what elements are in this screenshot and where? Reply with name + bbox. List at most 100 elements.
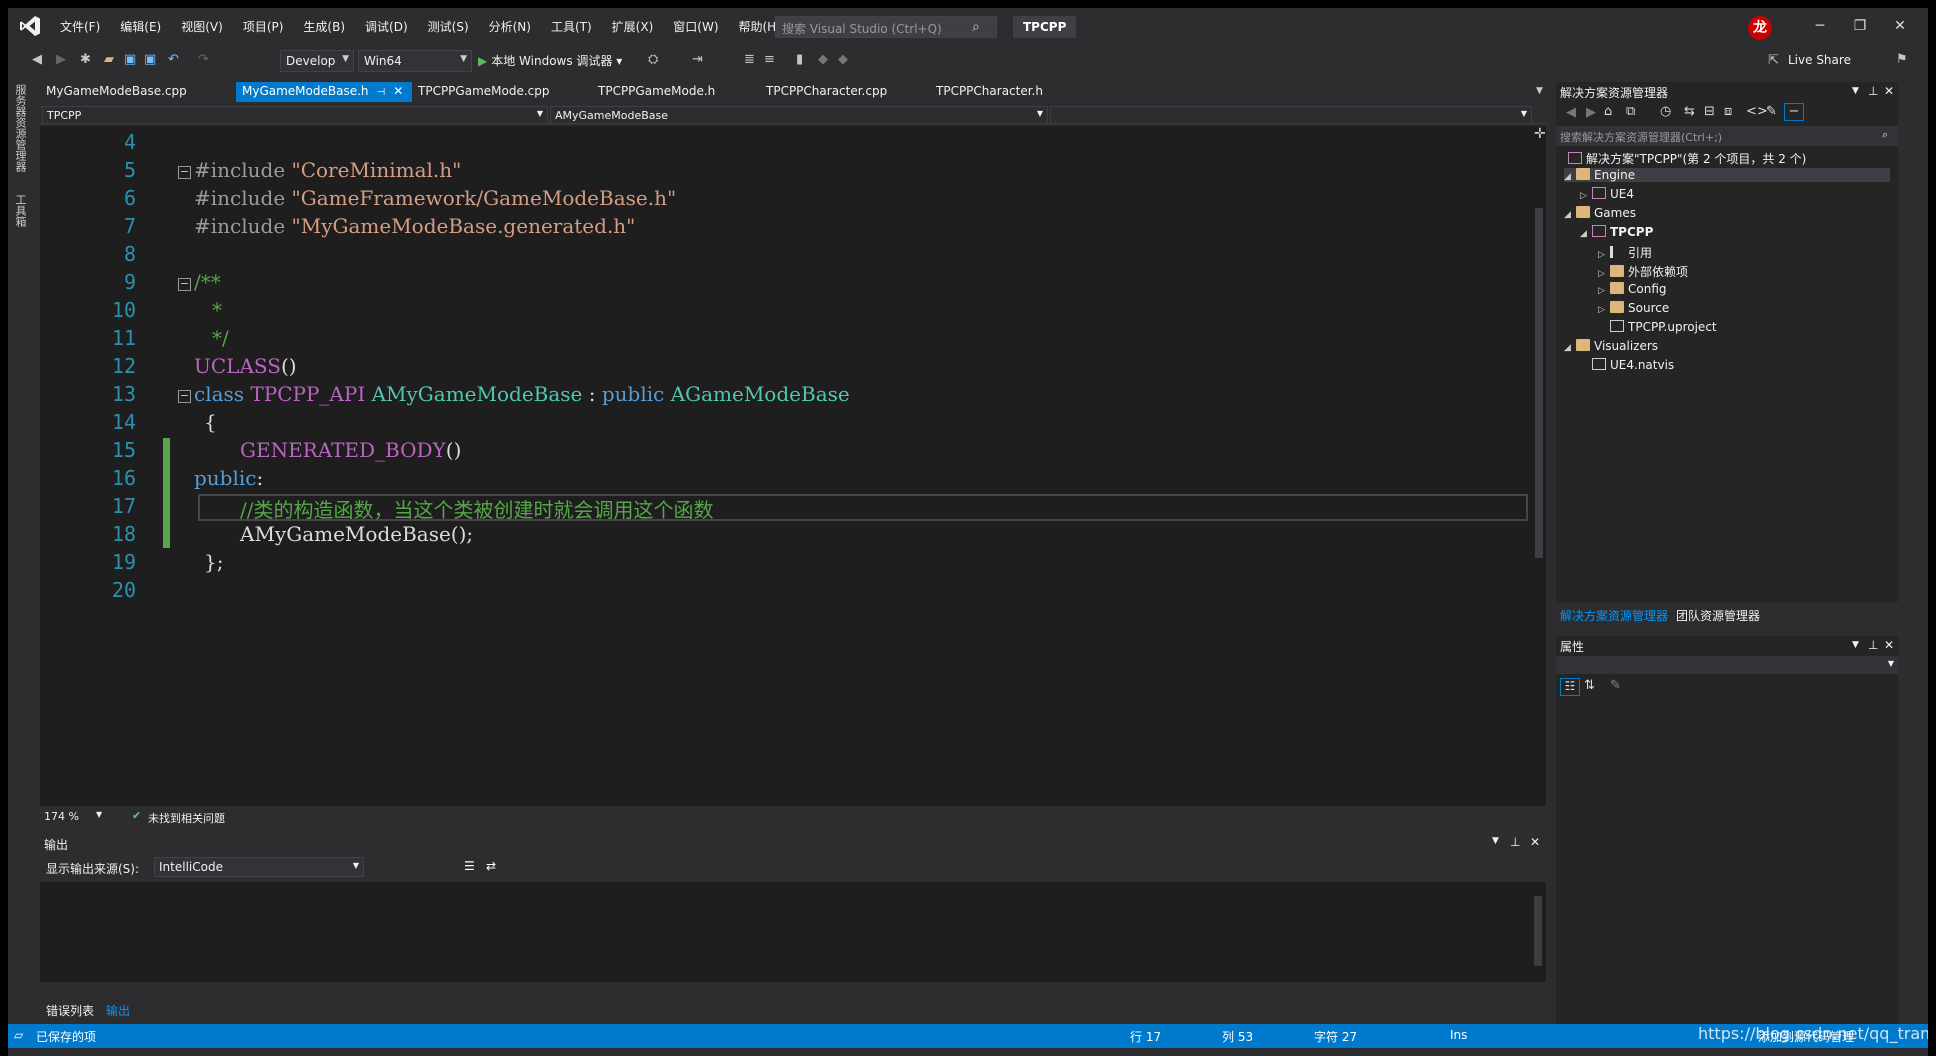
next-bookmark-icon[interactable]: ◆ (838, 52, 848, 67)
menu-test[interactable]: 测试(S) (418, 18, 479, 35)
class-scope-select[interactable]: AMyGameModeBase ▼ (550, 106, 1048, 124)
issues-status[interactable]: 未找到相关问题 (148, 810, 225, 826)
live-share-button[interactable]: Live Share (1788, 53, 1851, 67)
menu-build[interactable]: 生成(B) (293, 18, 355, 35)
step-icon[interactable]: ⇥ (692, 52, 703, 67)
solution-search-input[interactable]: 搜索解决方案资源管理器(Ctrl+;) ⌕ (1556, 126, 1898, 146)
home-icon[interactable]: ⌂ (1604, 104, 1612, 119)
bookmark-icon[interactable]: ▮ (796, 52, 803, 67)
chevron-down-icon[interactable]: ▼ (1852, 86, 1859, 96)
tree-item-engine[interactable]: ◢ Engine (1564, 168, 1890, 182)
collapse-icon[interactable]: − (178, 166, 191, 179)
word-wrap-icon[interactable]: ⇄ (486, 859, 496, 873)
tree-item-source[interactable]: ▷ Source (1598, 301, 1669, 315)
platform-select[interactable]: Win64 ▼ (358, 50, 472, 72)
tree-item-games[interactable]: ◢ Games (1564, 206, 1636, 220)
tree-item-natvis[interactable]: UE4.natvis (1592, 358, 1674, 372)
open-folder-icon[interactable]: ▰ (104, 52, 114, 67)
tab-team-explorer[interactable]: 团队资源管理器 (1672, 605, 1764, 625)
collapse-icon[interactable]: − (178, 390, 191, 403)
new-project-icon[interactable]: ✱ (80, 52, 91, 67)
tab-mygamemodebase-cpp[interactable]: MyGameModeBase.cpp (40, 82, 236, 102)
editor-scroll-thumb[interactable] (1535, 208, 1543, 558)
server-explorer-tab[interactable]: 服务器资源管理器 (14, 84, 28, 172)
collapse-icon[interactable]: − (178, 278, 191, 291)
tab-tpcppgamemode-cpp[interactable]: TPCPPGameMode.cpp (412, 82, 592, 102)
menu-analyze[interactable]: 分析(N) (479, 18, 541, 35)
pin-icon[interactable]: ⊥ (1510, 835, 1520, 849)
tree-solution-root[interactable]: 解决方案"TPCPP"(第 2 个项目，共 2 个) (1568, 150, 1806, 167)
menu-project[interactable]: 项目(P) (233, 18, 294, 35)
output-scrollbar[interactable] (1530, 882, 1546, 982)
collapse-all-icon[interactable]: ⊟ (1704, 104, 1715, 119)
close-panel-icon[interactable]: ✕ (1884, 84, 1894, 98)
tab-output[interactable]: 输出 (100, 1000, 137, 1020)
tab-error-list[interactable]: 错误列表 (40, 1000, 100, 1020)
tab-overflow-icon[interactable]: ▼ (1536, 86, 1543, 96)
save-all-icon[interactable]: ▣ (144, 52, 156, 67)
menu-tools[interactable]: 工具(T) (541, 18, 602, 35)
forward-icon[interactable]: ▶ (56, 52, 66, 67)
categorized-icon[interactable]: ☷ (1560, 678, 1580, 696)
tree-item-ue4[interactable]: ▷ UE4 (1580, 187, 1634, 201)
menu-edit[interactable]: 编辑(E) (110, 18, 171, 35)
search-icon[interactable]: ⌕ (972, 19, 988, 35)
outdent-icon[interactable]: ≡ (764, 52, 775, 67)
start-debugging-button[interactable]: ▶ 本地 Windows 调试器 ▾ (478, 52, 622, 69)
indent-icon[interactable]: ≣ (744, 52, 755, 67)
tab-tpcppgamemode-h[interactable]: TPCPPGameMode.h (592, 82, 760, 102)
menu-file[interactable]: 文件(F) (50, 18, 110, 35)
menu-view[interactable]: 视图(V) (171, 18, 233, 35)
switch-views-icon[interactable]: ⧉ (1626, 104, 1635, 119)
tab-solution-explorer[interactable]: 解决方案资源管理器 (1556, 605, 1672, 625)
sync-icon[interactable]: ⇆ (1684, 104, 1695, 119)
close-tab-icon[interactable]: ✕ (393, 84, 403, 98)
configuration-select[interactable]: Develop ▼ (280, 50, 354, 72)
output-text-area[interactable] (40, 882, 1530, 982)
prev-bookmark-icon[interactable]: ◆ (818, 52, 828, 67)
tree-item-references[interactable]: ▷ 引用 (1598, 244, 1652, 261)
back-icon[interactable]: ◀ (1566, 105, 1576, 120)
close-panel-icon[interactable]: ✕ (1884, 638, 1894, 652)
zoom-level[interactable]: 174 % (44, 810, 79, 823)
close-icon[interactable]: ✕ (1880, 12, 1920, 40)
minimize-icon[interactable]: ─ (1800, 12, 1840, 40)
pin-icon[interactable]: ⊥ (1868, 638, 1878, 652)
tree-item-external-deps[interactable]: ▷ 外部依赖项 (1598, 263, 1688, 280)
tree-item-uproject[interactable]: TPCPP.uproject (1610, 320, 1717, 334)
chevron-down-icon[interactable]: ▼ (96, 810, 102, 819)
member-scope-select[interactable]: ▼ (1050, 106, 1532, 124)
project-scope-select[interactable]: TPCPP ▼ (42, 106, 548, 124)
undo-icon[interactable]: ↶ (168, 52, 179, 67)
menu-window[interactable]: 窗口(W) (663, 18, 728, 35)
clear-all-icon[interactable]: ☰ (464, 859, 475, 873)
output-source-select[interactable]: IntelliCode ▼ (154, 857, 364, 877)
tab-mygamemodebase-h[interactable]: MyGameModeBase.h ⊣ ✕ (236, 82, 412, 102)
show-all-files-icon[interactable]: ⧈ (1724, 104, 1732, 119)
tree-item-visualizers[interactable]: ◢ Visualizers (1564, 339, 1658, 353)
tree-item-config[interactable]: ▷ Config (1598, 282, 1667, 296)
tab-tpcppcharacter-cpp[interactable]: TPCPPCharacter.cpp (760, 82, 930, 102)
alphabetical-icon[interactable]: ⇅ (1584, 678, 1595, 693)
save-icon[interactable]: ▣ (124, 52, 136, 67)
split-icon[interactable]: ✛ (1534, 126, 1546, 142)
property-pages-icon[interactable]: ✎ (1610, 678, 1621, 693)
preview-icon[interactable]: − (1784, 103, 1804, 121)
properties-wrench-icon[interactable]: ✎ (1766, 104, 1777, 119)
pending-changes-icon[interactable]: ◷ (1660, 104, 1671, 119)
output-scroll-thumb[interactable] (1534, 896, 1542, 966)
feedback-icon[interactable]: ⚑ (1896, 52, 1908, 67)
search-input[interactable]: 搜索 Visual Studio (Ctrl+Q) (775, 16, 997, 38)
chevron-down-icon[interactable]: ▼ (1852, 640, 1859, 650)
redo-icon[interactable]: ↷ (198, 52, 209, 67)
tab-tpcppcharacter-h[interactable]: TPCPPCharacter.h (930, 82, 1090, 102)
back-icon[interactable]: ◀ (32, 52, 42, 67)
forward-icon[interactable]: ▶ (1586, 105, 1596, 120)
close-panel-icon[interactable]: ✕ (1530, 835, 1540, 849)
user-avatar[interactable]: 龙 (1748, 16, 1772, 40)
pin-icon[interactable]: ⊣ (377, 87, 386, 98)
toolbox-tab[interactable]: 工具箱 (14, 194, 28, 227)
menu-extensions[interactable]: 扩展(X) (602, 18, 664, 35)
attach-icon[interactable]: ⛭ (648, 52, 658, 67)
tree-item-tpcpp[interactable]: ◢ TPCPP (1580, 225, 1653, 239)
